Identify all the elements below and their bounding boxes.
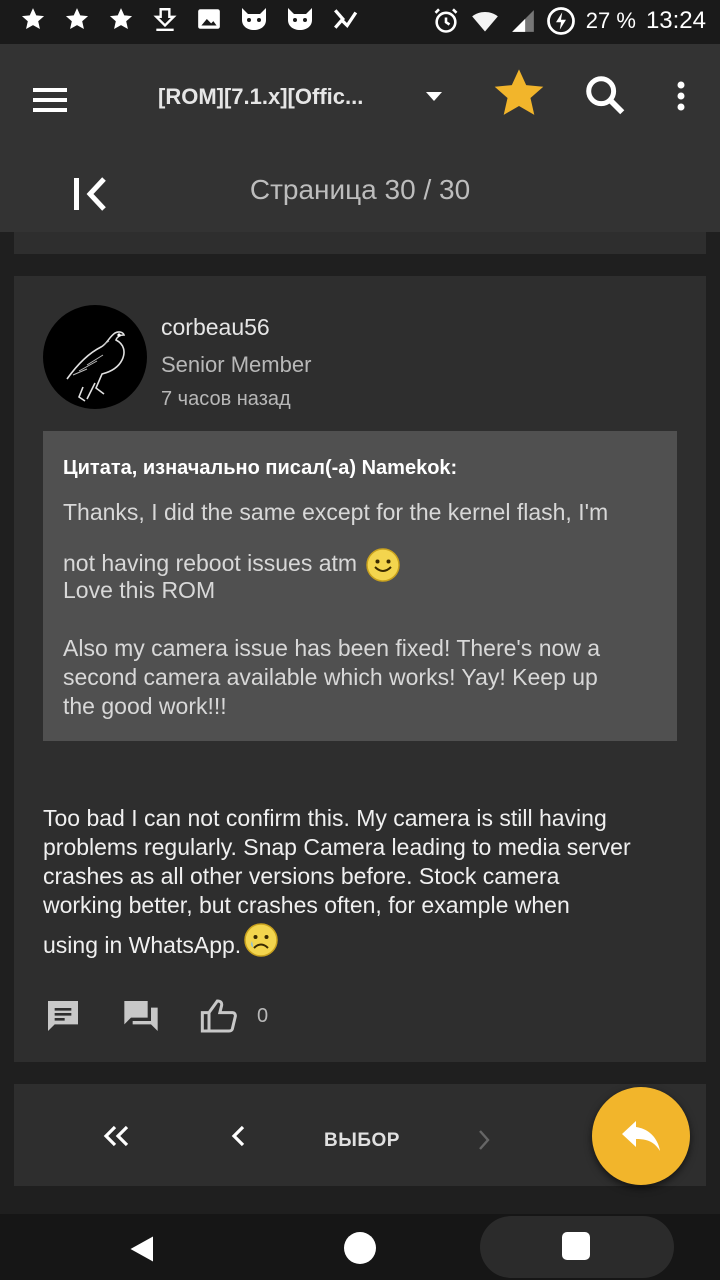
reply-arrow-icon (622, 1121, 660, 1151)
recents-icon[interactable] (562, 1232, 590, 1260)
post-body-line: crashes as all other versions before. St… (43, 863, 560, 889)
dropdown-arrow-icon[interactable] (422, 84, 446, 108)
star-icon (65, 8, 89, 29)
app-bar: [ROM][7.1.x][Offic... Страница 30 / 30 (0, 44, 720, 232)
quote-line: second camera available which works! Yay… (63, 664, 598, 690)
system-status: 27 % 13:24 (432, 6, 706, 36)
post-body-line: Too bad I can not confirm this. My camer… (43, 805, 607, 831)
status-bar: 27 % 13:24 (0, 0, 720, 44)
post-body-line-with-emoji: using in WhatsApp. (43, 923, 279, 959)
check-icon (334, 9, 358, 29)
menu-icon[interactable] (30, 80, 70, 120)
wifi-icon (471, 11, 498, 32)
search-icon[interactable] (582, 72, 628, 118)
quote-line: not having reboot issues atm (63, 550, 358, 577)
previous-post-card (14, 232, 706, 254)
crow-avatar-icon (66, 331, 126, 402)
quote-block: Цитата, изначально писал(-а) Namekok: Th… (43, 431, 677, 741)
quote-line: Love this ROM (63, 577, 216, 603)
quote-line: Also my camera issue has been fixed! The… (63, 635, 601, 661)
more-options-icon[interactable] (668, 76, 694, 116)
first-page-button[interactable] (102, 1124, 132, 1148)
reply-fab-button[interactable] (592, 1087, 690, 1185)
cat-icon (242, 8, 266, 30)
post-actions: 0 (43, 996, 268, 1036)
image-icon (198, 9, 220, 29)
previous-page-button[interactable] (228, 1124, 250, 1148)
page-select-button[interactable]: ВЫБОР (324, 1130, 400, 1152)
home-icon[interactable] (344, 1232, 376, 1264)
avatar[interactable] (43, 305, 147, 409)
quote-line: Thanks, I did the same except for the ke… (63, 499, 609, 525)
clock: 13:24 (645, 7, 706, 34)
signal-icon (511, 10, 534, 32)
favorite-star-icon[interactable] (492, 66, 546, 120)
star-icon (109, 8, 133, 29)
thread-title[interactable]: [ROM][7.1.x][Offic... (158, 84, 363, 110)
author-role: Senior Member (161, 352, 312, 377)
post-body-line: working better, but crashes often, for e… (43, 892, 570, 918)
system-navigation-bar (0, 1214, 720, 1280)
quote-line: the good work!!! (63, 693, 227, 719)
like-count: 0 (257, 1004, 269, 1027)
smile-emoji-icon (366, 548, 400, 582)
cat-icon (288, 8, 312, 30)
sad-emoji-icon (244, 923, 278, 957)
next-page-button[interactable] (476, 1128, 492, 1152)
battery-percentage: 27 % (585, 8, 636, 33)
post-body-line: using in WhatsApp. (43, 932, 242, 958)
page-indicator: Страница 30 / 30 (249, 174, 471, 205)
star-icon (21, 8, 45, 29)
notification-icons (20, 6, 358, 32)
post-body-line: problems regularly. Snap Camera leading … (43, 834, 631, 860)
post-timestamp: 7 часов назад (161, 388, 291, 410)
post-card: corbeau56 Senior Member 7 часов назад Ци… (14, 276, 706, 1062)
alarm-icon (434, 8, 458, 33)
back-icon[interactable] (128, 1234, 158, 1264)
author-name[interactable]: corbeau56 (161, 314, 270, 341)
thumbs-up-icon[interactable] (199, 996, 239, 1036)
quote-forum-icon[interactable] (121, 996, 161, 1036)
quote-header: Цитата, изначально писал(-а) Namekok: (63, 457, 458, 479)
battery-saver-icon (546, 7, 575, 35)
download-icon (153, 8, 177, 32)
reply-comment-icon[interactable] (43, 996, 83, 1036)
